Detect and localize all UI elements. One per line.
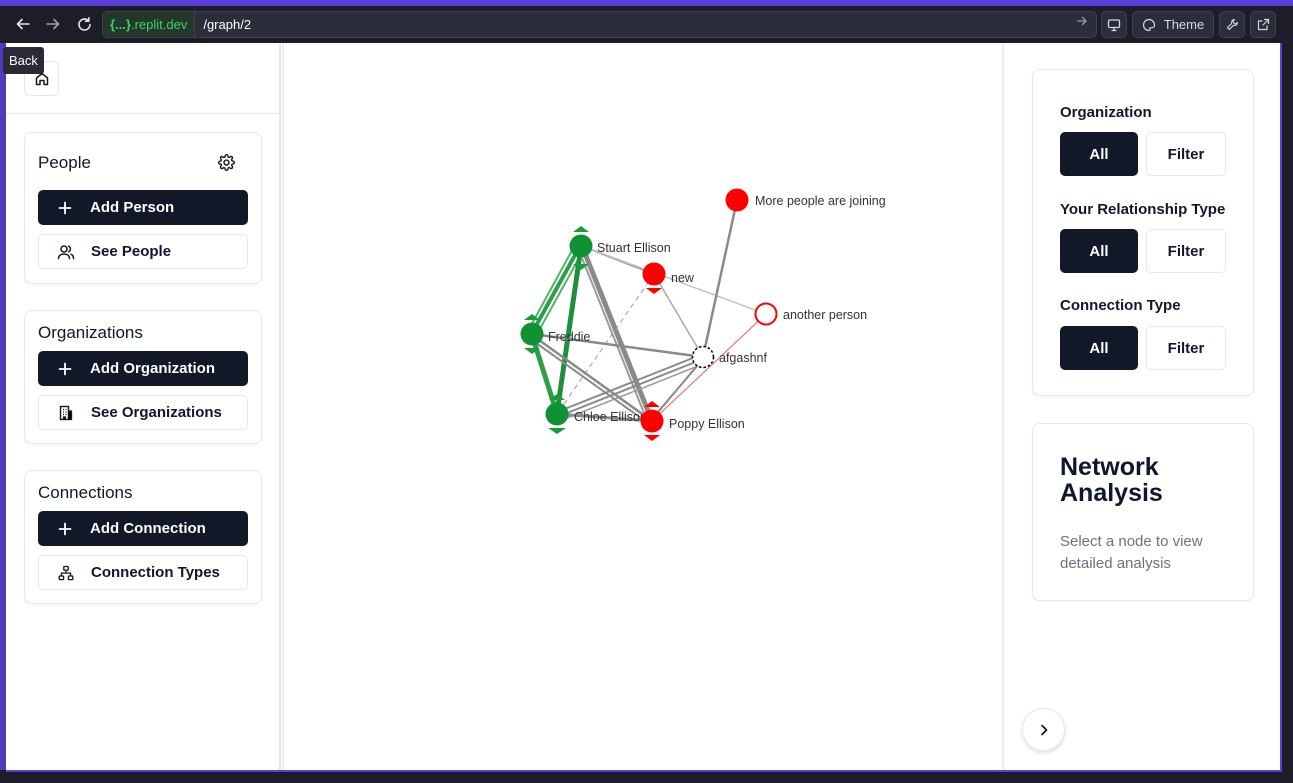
add-connection-label: Add Connection (90, 520, 206, 537)
network-graph-canvas[interactable]: Stuart Ellison Freddie Chloe Ellison new… (282, 43, 1004, 770)
node-more-people[interactable]: More people are joining (725, 188, 886, 212)
palette-icon (1142, 18, 1155, 31)
edge-poppy-afgashnf[interactable] (651, 358, 704, 420)
node-chloe-ellison[interactable]: Chloe Ellison (545, 394, 648, 434)
frame-right-border (1280, 43, 1293, 783)
node-another-person[interactable]: another person (754, 302, 868, 326)
monitor-icon (1107, 18, 1121, 31)
connections-card: Connections Add Connection Connection Ty… (24, 470, 262, 604)
graph-edges (527, 199, 767, 427)
node-freddie[interactable]: Freddie (520, 314, 591, 354)
organization-filter-label: Organization (1060, 104, 1152, 121)
plus-icon (56, 360, 74, 378)
users-icon (57, 243, 75, 261)
external-link-icon (1257, 18, 1269, 31)
add-organization-button[interactable]: Add Organization (38, 351, 248, 386)
see-organizations-button[interactable]: See Organizations (38, 395, 248, 430)
network-analysis-description: Select a node to view detailed analysis (1060, 533, 1203, 572)
see-organizations-label: See Organizations (91, 404, 222, 421)
add-person-label: Add Person (90, 199, 175, 216)
connection-all-button[interactable]: All (1060, 326, 1138, 370)
node-label-stuart: Stuart Ellison (597, 241, 671, 255)
gear-icon (217, 153, 235, 171)
wrench-icon (1226, 18, 1238, 31)
graph-left-border (282, 43, 284, 770)
chevron-right-icon (1040, 724, 1047, 735)
url-host: {...} .replit.dev (103, 12, 196, 37)
network-analysis-card: Network Analysis Select a node to view d… (1032, 423, 1254, 601)
edge-freddie-chloe[interactable] (529, 334, 560, 415)
relationship-filter-button[interactable]: Filter (1146, 229, 1226, 273)
open-external-button[interactable] (1250, 11, 1276, 38)
sidebar: People Add Person See People Organizatio… (6, 43, 281, 770)
organization-all-button[interactable]: All (1060, 132, 1138, 176)
theme-label: Theme (1163, 17, 1205, 32)
node-label-more: More people are joining (755, 194, 886, 208)
node-poppy-ellison[interactable]: Poppy Ellison (640, 401, 745, 441)
sidebar-divider (6, 113, 279, 114)
relationship-all-button[interactable]: All (1060, 229, 1138, 273)
filters-card: Organization All Filter Your Relationshi… (1032, 69, 1254, 396)
organizations-title: Organizations (38, 323, 143, 342)
edge-new-afgashnf[interactable] (653, 273, 704, 358)
url-path: /graph/2 (203, 17, 252, 32)
url-host-domain: .replit.dev (130, 17, 188, 32)
url-host-brace: {...} (110, 17, 131, 32)
connections-title: Connections (38, 483, 133, 502)
add-organization-label: Add Organization (90, 360, 215, 377)
node-label-chloe: Chloe Ellison (574, 410, 647, 424)
relationship-filter-label: Your Relationship Type (1060, 201, 1226, 218)
right-panel: Organization All Filter Your Relationshi… (1004, 43, 1280, 770)
connection-types-label: Connection Types (91, 564, 220, 581)
network-icon (57, 564, 75, 582)
forward-arrow-icon[interactable] (40, 11, 66, 37)
people-title: People (38, 153, 91, 172)
app-viewport: People Add Person See People Organizatio… (6, 43, 1280, 770)
expand-panel-button[interactable] (1022, 708, 1065, 751)
see-people-label: See People (91, 243, 172, 260)
plus-icon (56, 520, 74, 538)
node-afgashnf[interactable]: afgashnf (691, 345, 768, 369)
connection-filter-button[interactable]: Filter (1146, 326, 1226, 370)
node-label-another: another person (783, 308, 867, 322)
frame-bottom-border (0, 770, 1293, 783)
organization-filter-button[interactable]: Filter (1146, 132, 1226, 176)
connection-types-button[interactable]: Connection Types (38, 555, 248, 590)
people-settings-button[interactable] (216, 152, 236, 172)
see-people-button[interactable]: See People (38, 234, 248, 269)
devtools-screen-button[interactable] (1101, 11, 1127, 38)
graph-nodes: Stuart Ellison Freddie Chloe Ellison new… (520, 188, 886, 441)
connection-filter-label: Connection Type (1060, 297, 1181, 314)
network-graph-svg[interactable]: Stuart Ellison Freddie Chloe Ellison new… (282, 43, 1004, 770)
edge-more-afgashnf[interactable] (701, 199, 739, 358)
tools-button[interactable] (1219, 11, 1245, 38)
node-label-afgashnf: afgashnf (719, 351, 767, 365)
node-label-poppy: Poppy Ellison (669, 417, 745, 431)
reload-icon[interactable] (71, 11, 97, 37)
add-person-button[interactable]: Add Person (38, 190, 248, 225)
node-label-new: new (671, 271, 695, 285)
network-analysis-title: Network Analysis (1060, 453, 1163, 507)
organizations-card: Organizations Add Organization See Organ… (24, 310, 262, 444)
browser-toolbar: {...} .replit.dev /graph/2 Theme (0, 6, 1293, 43)
address-bar[interactable]: {...} .replit.dev /graph/2 (102, 11, 1097, 38)
go-arrow-icon[interactable] (1076, 15, 1088, 30)
building-icon (57, 404, 75, 422)
people-card: People Add Person See People (24, 132, 262, 284)
back-tooltip: Back (3, 47, 44, 74)
add-connection-button[interactable]: Add Connection (38, 511, 248, 546)
plus-icon (56, 199, 74, 217)
theme-button[interactable]: Theme (1132, 11, 1214, 38)
back-arrow-icon[interactable] (10, 11, 36, 37)
node-label-freddie: Freddie (548, 330, 590, 344)
